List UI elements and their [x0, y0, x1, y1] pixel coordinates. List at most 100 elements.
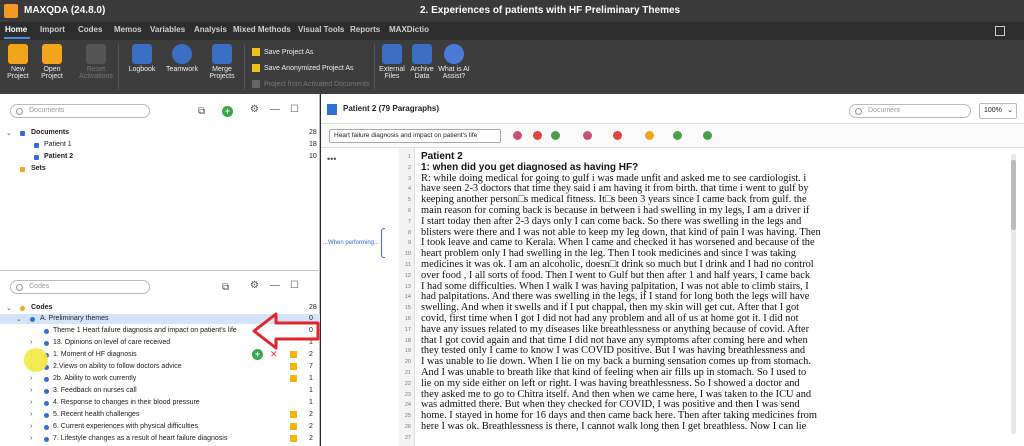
documents-root-count: 28: [309, 129, 317, 136]
scrollbar-thumb[interactable]: [1011, 160, 1016, 230]
ai-code-icon[interactable]: [673, 131, 682, 140]
tab-analysis[interactable]: Analysis: [194, 25, 227, 34]
gear-icon[interactable]: ⚙: [250, 280, 259, 291]
code-count: 2: [309, 423, 313, 430]
code-item[interactable]: › 2b. Ability to work currently 1: [0, 374, 320, 384]
paragraph-number: 8: [407, 229, 411, 236]
logbook-button[interactable]: Logbook: [124, 44, 160, 73]
active-tab-indicator: [4, 37, 30, 39]
memo-icon[interactable]: [290, 435, 297, 442]
maximize-icon[interactable]: ☐: [290, 280, 299, 291]
sets-item[interactable]: Sets: [0, 164, 320, 174]
ribbon-separator: [118, 44, 119, 90]
documents-search-input[interactable]: Documents: [10, 104, 150, 118]
code-selector[interactable]: Heart failure diagnosis and impact on pa…: [329, 129, 501, 143]
minimize-icon[interactable]: —: [270, 104, 280, 115]
minimize-icon[interactable]: —: [270, 280, 280, 291]
merge-projects-button[interactable]: Merge Projects: [204, 44, 240, 80]
tab-maxdictio[interactable]: MAXDictio: [389, 25, 429, 34]
tab-visual-tools[interactable]: Visual Tools: [298, 25, 344, 34]
document-icon: [327, 104, 337, 115]
text-line[interactable]: here I was ok. Breathlessness is there, …: [421, 421, 991, 433]
tab-codes[interactable]: Codes: [78, 25, 102, 34]
code-item[interactable]: › 5. Recent health challenges 2: [0, 410, 320, 420]
more-options-icon[interactable]: •••: [327, 154, 336, 164]
maximize-icon[interactable]: ☐: [290, 104, 299, 115]
chevron-right-icon[interactable]: ›: [30, 435, 32, 442]
code-tool-icon[interactable]: [513, 131, 522, 140]
text-line[interactable]: I start today then after 2-3 days only I…: [421, 216, 991, 228]
open-project-button[interactable]: Open Project: [34, 44, 70, 80]
paragraph-number: 19: [404, 348, 411, 355]
teamwork-button[interactable]: Teamwork: [164, 44, 200, 73]
chevron-right-icon[interactable]: ›: [30, 339, 32, 346]
code-color-icon: [44, 413, 49, 418]
zoom-select[interactable]: 100% ⌄: [979, 103, 1017, 119]
coding-stripe-label[interactable]: ...When performing...: [323, 240, 379, 246]
memo-icon[interactable]: [290, 363, 297, 370]
save-project-as-button[interactable]: Save Project As: [252, 48, 313, 56]
new-project-button[interactable]: New Project: [0, 44, 36, 80]
tab-memos[interactable]: Memos: [114, 25, 142, 34]
activate-icon[interactable]: ⧉: [198, 106, 205, 117]
chevron-right-icon[interactable]: ›: [30, 411, 32, 418]
chevron-down-icon[interactable]: ⌄: [6, 129, 12, 137]
ai-assist-button[interactable]: What is AI Assist?: [436, 44, 472, 80]
color-code-icon[interactable]: [583, 131, 592, 140]
code-item[interactable]: › 2.Views on ability to follow doctors a…: [0, 362, 320, 372]
chevron-right-icon[interactable]: ›: [30, 387, 32, 394]
vertical-scrollbar[interactable]: [1011, 154, 1016, 434]
tab-reports[interactable]: Reports: [350, 25, 380, 34]
activate-icon[interactable]: ⧉: [222, 282, 229, 293]
code-item[interactable]: › 1. Moment of HF diagnosis + ✕ 2: [0, 349, 320, 360]
emoticode-icon[interactable]: [645, 131, 654, 140]
new-code-icon[interactable]: +: [252, 349, 263, 360]
paragraph-number: 27: [404, 434, 411, 441]
chevron-right-icon[interactable]: ›: [30, 399, 32, 406]
window-layout-icon[interactable]: [995, 26, 1005, 36]
chevron-right-icon[interactable]: ›: [30, 423, 32, 430]
project-from-activated-button[interactable]: Project from Activated Documents: [252, 80, 369, 88]
code-item[interactable]: › 3. Feedback on nurses call 1: [0, 386, 320, 396]
save-anonymized-button[interactable]: Save Anonymized Project As: [252, 64, 354, 72]
document-item[interactable]: Patient 2 10: [0, 152, 320, 162]
delete-code-icon[interactable]: ✕: [270, 349, 278, 360]
text-line[interactable]: have any issues related to my diseases l…: [421, 324, 991, 336]
tab-home[interactable]: Home: [5, 25, 27, 34]
code-color-icon: [44, 437, 49, 442]
reset-activations-button[interactable]: Reset Activations: [78, 44, 114, 80]
code-item[interactable]: › 7. Lifestyle changes as a result of he…: [0, 434, 320, 444]
document-item[interactable]: Patient 1 18: [0, 140, 320, 150]
documents-root[interactable]: ⌄ Documents 28: [0, 128, 320, 138]
code-count: 2: [309, 435, 313, 442]
left-panel: Documents ⧉ + ⚙ — ☐ ⌄ Documents 28 Patie…: [0, 94, 320, 446]
memo-icon[interactable]: [290, 423, 297, 430]
memo-icon[interactable]: [290, 375, 297, 382]
document-search-input[interactable]: Document: [849, 104, 971, 118]
codes-search-input[interactable]: Codes: [10, 280, 150, 294]
text-line[interactable]: lie on my side either on left or right. …: [421, 378, 991, 390]
gear-icon[interactable]: ⚙: [250, 104, 259, 115]
tab-variables[interactable]: Variables: [150, 25, 185, 34]
document-text[interactable]: Patient 2 1: when did you get diagnosed a…: [421, 151, 991, 446]
save-anonymized-icon: [252, 64, 260, 72]
coding-stripe-bracket[interactable]: [381, 228, 385, 258]
comment-icon[interactable]: [703, 131, 712, 140]
highlight-tool-icon[interactable]: [533, 131, 542, 140]
memo-icon[interactable]: [290, 411, 297, 418]
paragraph-number: 17: [404, 326, 411, 333]
new-document-icon[interactable]: +: [222, 106, 233, 117]
chevron-down-icon[interactable]: ⌄: [16, 315, 22, 323]
memo-icon[interactable]: [290, 351, 297, 358]
in-vivo-icon[interactable]: [551, 131, 560, 140]
chevron-down-icon[interactable]: ⌄: [6, 304, 12, 312]
question-line[interactable]: 1: when did you get diagnosed as having …: [421, 162, 991, 174]
text-line[interactable]: over food , I all sorts of food. Then I …: [421, 270, 991, 282]
code-item[interactable]: › 4. Response to changes in their blood …: [0, 398, 320, 408]
tab-import[interactable]: Import: [40, 25, 65, 34]
chevron-right-icon[interactable]: ›: [30, 375, 32, 382]
code-item[interactable]: › 6. Current experiences with physical d…: [0, 422, 320, 432]
archive-data-button[interactable]: Archive Data: [404, 44, 440, 80]
tab-mixed-methods[interactable]: Mixed Methods: [233, 25, 291, 34]
pen-icon[interactable]: [613, 131, 622, 140]
